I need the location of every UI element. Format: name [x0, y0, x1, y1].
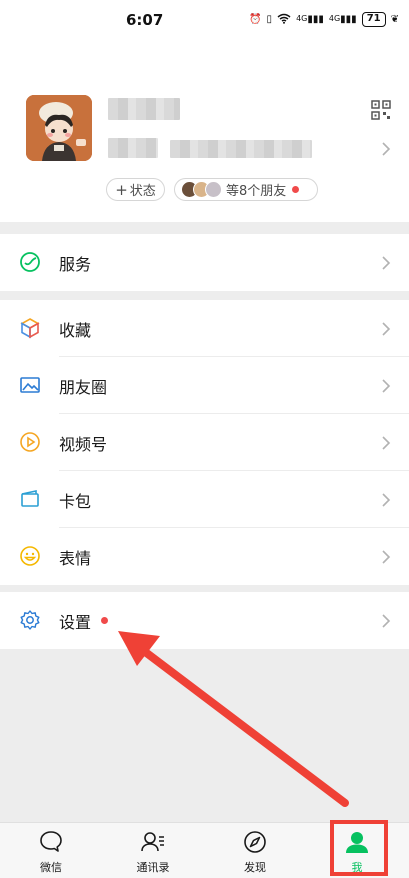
wechat-id-redacted: [108, 138, 158, 158]
friend-avatar: [205, 181, 222, 198]
annotation-highlight-box: [330, 820, 388, 876]
menu-item-moments[interactable]: 朋友圈: [0, 357, 409, 414]
services-icon: [20, 252, 40, 272]
settings-section: 设置: [0, 592, 409, 649]
status-bar: 6:07 ⏰ ▯ 4G▮▮▮ 4G▮▮▮ 71 ❦: [0, 0, 409, 40]
signal-icon-2: 4G▮▮▮: [328, 14, 357, 25]
tab-contacts[interactable]: 通讯录: [102, 823, 204, 878]
chevron-right-icon: [382, 493, 391, 507]
status-button[interactable]: + 状态: [106, 178, 165, 201]
favorites-section: 收藏 朋友圈 视频号 卡包 表情: [0, 300, 409, 585]
menu-item-channels[interactable]: 视频号: [0, 414, 409, 471]
contacts-icon: [141, 832, 164, 852]
alarm-icon: ⏰: [249, 14, 262, 25]
signal-icon: 4G▮▮▮: [296, 14, 324, 25]
menu-label-favorites: 收藏: [59, 320, 92, 340]
friends-badge-dot: [292, 186, 300, 193]
status-icons: ⏰ ▯ 4G▮▮▮ 4G▮▮▮ 71 ❦: [249, 12, 399, 27]
status-time: 6:07: [126, 11, 164, 29]
chevron-right-icon: [382, 614, 391, 628]
nickname-redacted: [108, 98, 180, 120]
chevron-right-icon: [382, 436, 391, 450]
menu-label-moments: 朋友圈: [59, 377, 108, 397]
menu-label-stickers: 表情: [59, 548, 92, 568]
settings-badge-dot: [101, 617, 108, 624]
cube-icon: [20, 318, 40, 339]
chevron-right-icon: [382, 322, 391, 336]
compass-icon: [244, 831, 266, 853]
friends-status-label: 等8个朋友: [226, 184, 287, 199]
menu-item-services[interactable]: 服务: [0, 234, 409, 291]
menu-item-favorites[interactable]: 收藏: [0, 300, 409, 357]
chat-bubble-icon: [40, 831, 62, 852]
wechat-id-redacted-2: [170, 140, 312, 158]
plus-icon: +: [115, 180, 128, 199]
menu-label-services: 服务: [59, 254, 92, 274]
tab-chats[interactable]: 微信: [0, 823, 102, 878]
chevron-right-icon: [382, 256, 391, 270]
channels-icon: [20, 432, 40, 452]
menu-label-settings: 设置: [59, 612, 92, 632]
menu-item-cards[interactable]: 卡包: [0, 471, 409, 528]
profile-chevron-icon: [382, 142, 391, 156]
battery-icon: 71: [361, 12, 386, 27]
status-button-label: 状态: [129, 184, 156, 199]
chevron-right-icon: [382, 379, 391, 393]
leaf-icon: ❦: [390, 14, 399, 25]
services-section: 服务: [0, 234, 409, 291]
menu-label-channels: 视频号: [59, 434, 108, 454]
menu-item-stickers[interactable]: 表情: [0, 528, 409, 585]
wifi-icon: [277, 13, 291, 27]
vibrate-icon: ▯: [266, 14, 273, 25]
gear-icon: [20, 610, 40, 630]
friends-status-button[interactable]: 等8个朋友: [174, 178, 318, 201]
menu-item-settings[interactable]: 设置: [0, 592, 409, 649]
tab-label-chats: 微信: [40, 861, 62, 874]
menu-label-cards: 卡包: [59, 491, 92, 511]
tab-label-discover: 发现: [244, 861, 266, 874]
profile-card[interactable]: + 状态 等8个朋友: [0, 40, 409, 222]
qr-code-icon[interactable]: [371, 100, 391, 120]
chevron-right-icon: [382, 550, 391, 564]
photo-icon: [20, 377, 40, 393]
avatar[interactable]: [26, 95, 92, 161]
wallet-icon: [21, 490, 39, 507]
tab-discover[interactable]: 发现: [204, 823, 306, 878]
smiley-icon: [20, 546, 40, 566]
tab-label-contacts: 通讯录: [136, 861, 170, 874]
